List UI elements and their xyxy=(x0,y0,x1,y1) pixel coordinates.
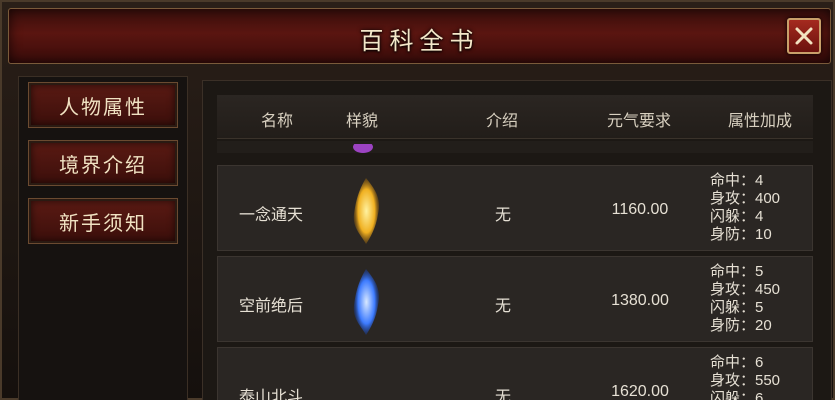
attr-hit: 命中：5 xyxy=(710,263,764,280)
sidebar-item-beginner-guide[interactable]: 新手须知 xyxy=(28,198,178,244)
attr-attack: 身攻：450 xyxy=(710,281,781,298)
attr-dodge: 闪躲：5 xyxy=(710,299,764,316)
attribute-bonus-list: 命中：5 身攻：450 闪躲：5 身防：20 xyxy=(710,263,780,335)
realm-intro: 无 xyxy=(494,207,511,224)
sidebar-item-character-attributes[interactable]: 人物属性 xyxy=(28,82,178,128)
close-icon xyxy=(795,27,813,45)
attr-defense: 身防：10 xyxy=(710,226,772,243)
header-name: 名称 xyxy=(260,113,293,130)
close-button[interactable] xyxy=(787,18,821,54)
title-bar: 百科全书 xyxy=(8,8,831,64)
attr-attack: 身攻：400 xyxy=(710,190,781,207)
attr-hit: 命中：6 xyxy=(710,354,764,371)
window-title: 百科全书 xyxy=(359,27,480,55)
partial-row xyxy=(217,141,813,153)
attr-defense: 身防：20 xyxy=(710,317,772,334)
realm-intro: 无 xyxy=(494,389,511,400)
attribute-bonus-list: 命中：4 身攻：400 闪躲：4 身防：10 xyxy=(710,172,780,244)
attr-dodge: 闪躲：4 xyxy=(710,208,764,225)
header-intro: 介绍 xyxy=(485,113,518,130)
sidebar-item-realm-intro[interactable]: 境界介绍 xyxy=(28,140,178,186)
sidebar-item-label: 境界介绍 xyxy=(59,152,147,177)
header-appearance: 样貌 xyxy=(345,113,378,130)
realm-name: 一念通天 xyxy=(238,207,303,224)
table-row[interactable]: 一念通天 无 1160.00 命中：4 身攻：400 闪躲：4 身防：10 xyxy=(217,165,813,251)
flame-icon xyxy=(353,269,380,335)
realm-name: 空前绝后 xyxy=(238,298,303,315)
realm-name: 泰山北斗 xyxy=(238,389,303,400)
realm-requirement: 1160.00 xyxy=(611,201,669,218)
header-requirement: 元气要求 xyxy=(606,113,671,130)
attr-hit: 命中：4 xyxy=(710,172,764,189)
attr-attack: 身攻：550 xyxy=(710,372,781,389)
sidebar-item-label: 人物属性 xyxy=(59,94,147,119)
content-panel: 名称 样貌 介绍 元气要求 属性加成 一念通天 无 1160.00 命中：4 身… xyxy=(202,80,832,400)
attribute-bonus-list: 命中：6 身攻：550 闪躲：6 xyxy=(710,354,780,400)
table-row[interactable]: 泰山北斗 无 1620.00 命中：6 身攻：550 闪躲：6 xyxy=(217,347,813,400)
sidebar: 人物属性 境界介绍 新手须知 xyxy=(18,76,188,400)
sidebar-item-label: 新手须知 xyxy=(59,210,147,235)
gem-icon xyxy=(353,141,373,153)
realm-intro: 无 xyxy=(494,298,511,315)
table-header: 名称 样貌 介绍 元气要求 属性加成 xyxy=(217,95,813,139)
encyclopedia-window: 百科全书 人物属性 境界介绍 新手须知 名称 样貌 介绍 元气要求 属性加成 一… xyxy=(0,0,835,400)
table-row[interactable]: 空前绝后 无 1380.00 命中：5 身攻：450 闪躲：5 身防：20 xyxy=(217,256,813,342)
realm-requirement: 1620.00 xyxy=(611,383,669,400)
header-attribute-bonus: 属性加成 xyxy=(727,113,792,130)
attr-dodge: 闪躲：6 xyxy=(710,390,764,400)
flame-icon xyxy=(353,178,380,244)
realm-requirement: 1380.00 xyxy=(611,292,669,309)
